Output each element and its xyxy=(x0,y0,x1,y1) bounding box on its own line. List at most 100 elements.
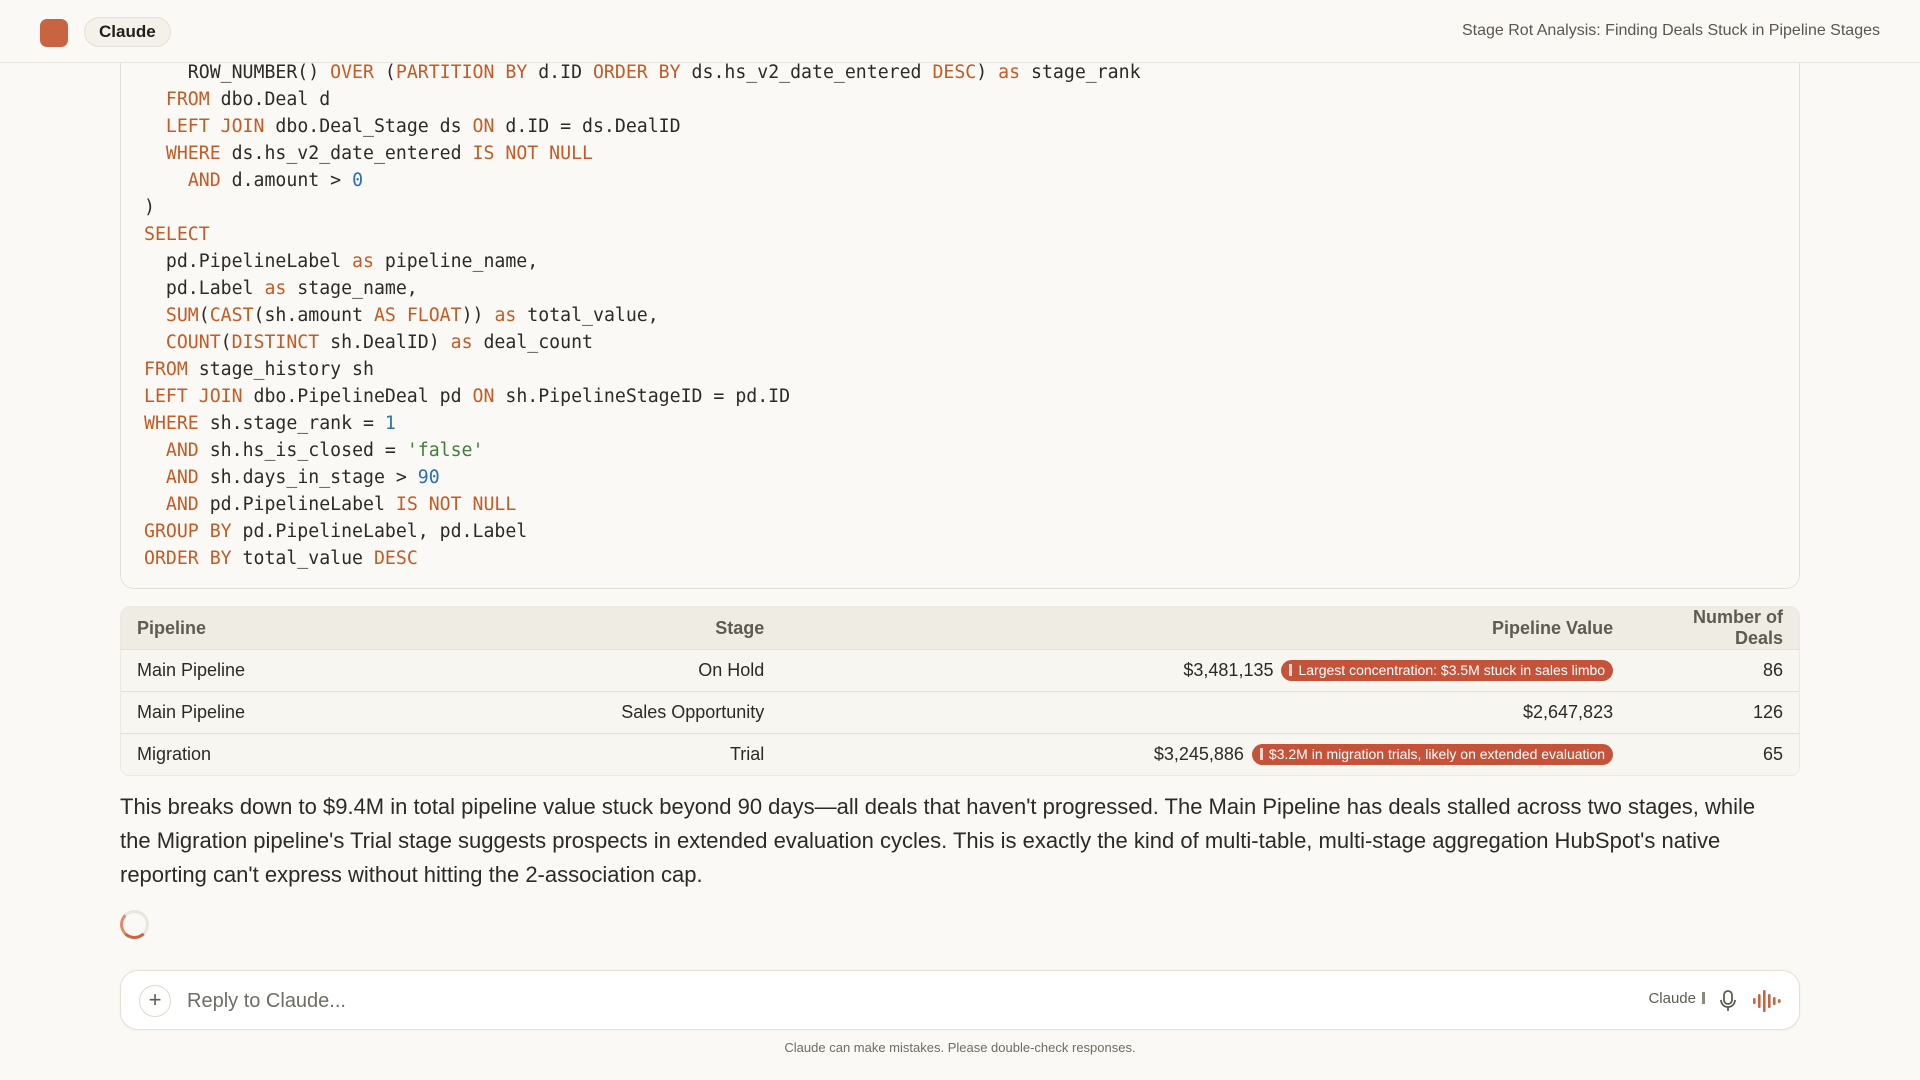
column-header-stage: Stage xyxy=(420,607,781,649)
code-token: sh.DealID) xyxy=(319,332,451,353)
annotation-badge: $3.2M in migration trials, likely on ext… xyxy=(1251,744,1614,765)
cell-deals: 65 xyxy=(1629,733,1799,775)
cell-deals: 86 xyxy=(1629,649,1799,691)
code-token: ( xyxy=(198,305,210,326)
code-token: as xyxy=(264,278,287,299)
reply-composer: + Claude xyxy=(120,970,1800,1030)
code-token: OVER xyxy=(330,62,374,83)
code-token: dbo.Deal d xyxy=(209,89,331,110)
code-token: 90 xyxy=(417,467,440,488)
response-paragraph: This breaks down to $9.4M in total pipel… xyxy=(120,794,1756,887)
value-text: $3,481,135 xyxy=(1183,660,1274,680)
code-token: 1 xyxy=(384,413,396,434)
cell-deals: 126 xyxy=(1629,691,1799,733)
disclaimer-text: Claude can make mistakes. Please double-… xyxy=(784,1040,1136,1055)
code-line: ) xyxy=(144,194,1141,221)
code-token: WHERE xyxy=(144,413,199,434)
code-token: d.amount > xyxy=(220,170,353,191)
cell-stage: Sales Opportunity xyxy=(420,691,781,733)
code-token: d.ID xyxy=(527,62,593,83)
code-line: AND sh.days_in_stage > 90 xyxy=(144,464,1141,491)
code-token: ( xyxy=(373,62,396,83)
code-line: LEFT JOIN dbo.Deal_Stage ds ON d.ID = ds… xyxy=(144,113,1141,140)
app-name-button[interactable]: Claude xyxy=(84,17,171,47)
claude-logo-icon[interactable] xyxy=(40,19,68,47)
code-token: as xyxy=(450,332,473,353)
code-line: SUM(CAST(sh.amount AS FLOAT)) as total_v… xyxy=(144,302,1141,329)
code-line: GROUP BY pd.PipelineLabel, pd.Label xyxy=(144,518,1141,545)
code-token: as xyxy=(494,305,517,326)
code-token: FROM xyxy=(165,89,210,110)
code-line: ORDER BY total_value DESC xyxy=(144,545,1141,572)
code-token: AND xyxy=(187,170,221,191)
code-token: IS NOT NULL xyxy=(395,494,517,515)
column-header-pipeline-value: Pipeline Value xyxy=(780,607,1630,649)
reply-input[interactable] xyxy=(187,985,1187,1017)
top-bar: Claude Stage Rot Analysis: Finding Deals… xyxy=(0,0,1920,63)
code-token: 0 xyxy=(352,170,364,191)
table-header-row: Pipeline Stage Pipeline Value Number of … xyxy=(121,607,1799,649)
code-token: ON xyxy=(472,116,495,137)
table-row: Main Pipeline On Hold $3,481,135 Largest … xyxy=(121,649,1799,691)
microphone-icon[interactable] xyxy=(1715,988,1741,1014)
value-text: $2,647,823 xyxy=(1523,702,1614,722)
table-row: Migration Trial $3,245,886 $3.2M in migra… xyxy=(121,733,1799,775)
code-token: DESC xyxy=(373,548,418,569)
code-line: COUNT(DISTINCT sh.DealID) as deal_count xyxy=(144,329,1141,356)
code-token: (sh.amount xyxy=(253,305,374,326)
code-token: DESC xyxy=(932,62,977,83)
code-token: total_value, xyxy=(516,305,659,326)
code-token: SUM xyxy=(165,305,199,326)
code-line: WHERE ds.hs_v2_date_entered IS NOT NULL xyxy=(144,140,1141,167)
code-token: COUNT xyxy=(165,332,221,353)
code-token: d.ID = ds.DealID xyxy=(494,116,681,137)
voice-waveform-icon[interactable] xyxy=(1751,988,1781,1014)
model-label: Claude xyxy=(1648,990,1696,1007)
code-line: AND d.amount > 0 xyxy=(144,167,1141,194)
code-token: sh.PipelineStageID = pd.ID xyxy=(494,386,791,407)
code-token: AND xyxy=(165,440,199,461)
code-token: sh.stage_rank = xyxy=(198,413,385,434)
code-token: SELECT xyxy=(144,224,210,245)
code-token: ROW_NUMBER() xyxy=(144,62,331,83)
code-token: LEFT JOIN xyxy=(144,386,243,407)
code-token: IS NOT NULL xyxy=(472,143,593,164)
badge-marker-icon xyxy=(1289,664,1293,676)
results-table: Pipeline Stage Pipeline Value Number of … xyxy=(120,606,1800,776)
code-token: stage_rank xyxy=(1020,62,1141,83)
code-line: FROM dbo.Deal d xyxy=(144,86,1141,113)
code-token: pd.PipelineLabel xyxy=(198,494,396,515)
code-token: AND xyxy=(165,467,199,488)
code-token: 'false' xyxy=(406,440,484,461)
code-token: pipeline_name, xyxy=(373,251,539,272)
code-token: FROM xyxy=(144,359,188,380)
cell-stage: On Hold xyxy=(420,649,781,691)
code-token: PARTITION BY xyxy=(395,62,528,83)
code-token: ) xyxy=(976,62,999,83)
spinner-icon xyxy=(120,910,149,939)
code-token: ON xyxy=(472,386,495,407)
table-row: Main Pipeline Sales Opportunity $2,647,8… xyxy=(121,691,1799,733)
code-token: dbo.PipelineDeal pd xyxy=(242,386,473,407)
code-token: stage_name, xyxy=(286,278,418,299)
code-token: deal_count xyxy=(472,332,593,353)
code-token: stage_history sh xyxy=(187,359,374,380)
code-token: ORDER BY xyxy=(144,548,232,569)
code-line: AND sh.hs_is_closed = 'false' xyxy=(144,437,1141,464)
code-token: dbo.Deal_Stage ds xyxy=(264,116,473,137)
plus-icon[interactable]: + xyxy=(139,985,171,1017)
code-token: ds.hs_v2_date_entered xyxy=(220,143,473,164)
model-selector[interactable]: Claude xyxy=(1648,990,1705,1007)
chat-title[interactable]: Stage Rot Analysis: Finding Deals Stuck … xyxy=(1462,22,1880,40)
code-token: AND xyxy=(165,494,199,515)
code-line: WHERE sh.stage_rank = 1 xyxy=(144,410,1141,437)
code-token: ( xyxy=(220,332,232,353)
column-header-number-of-deals: Number of Deals xyxy=(1629,607,1799,649)
cell-value: $3,481,135 Largest concentration: $3.5M s… xyxy=(780,649,1630,691)
code-token: )) xyxy=(461,305,495,326)
